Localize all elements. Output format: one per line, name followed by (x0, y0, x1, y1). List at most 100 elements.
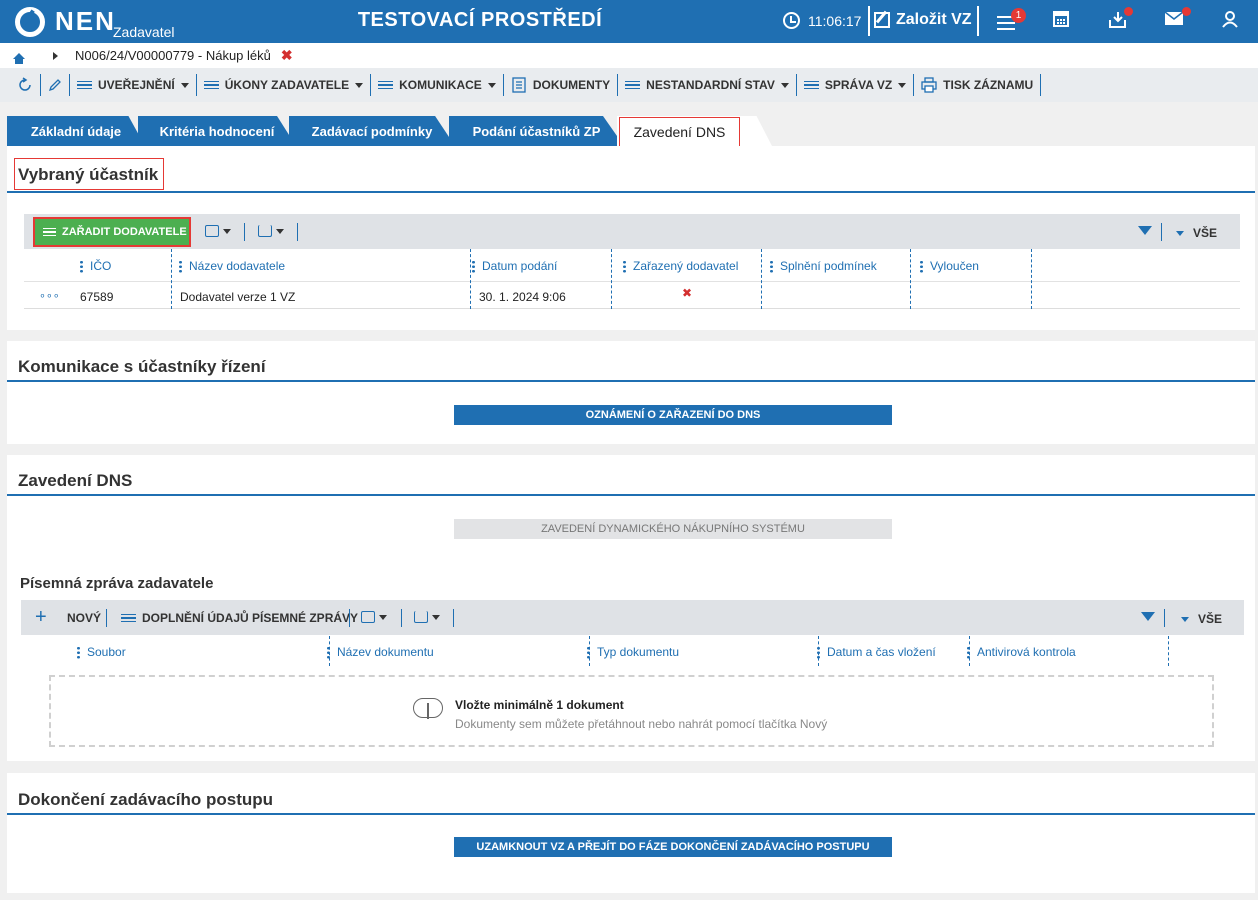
add-supplier-button[interactable]: ZAŘADIT DODAVATELE (33, 217, 191, 247)
export-menu-button[interactable] (414, 611, 440, 623)
menu-uverejneni[interactable]: UVEŘEJNĚNÍ (70, 74, 197, 96)
panel-underline (7, 380, 1255, 382)
notify-inclusion-button[interactable]: OZNÁMENÍ O ZAŘAZENÍ DO DNS (454, 405, 892, 425)
clock-icon (783, 12, 800, 29)
menu-ukony-zadavatele[interactable]: ÚKONY ZADAVATELE (197, 74, 372, 96)
list-icon (43, 226, 56, 239)
tab-zadavaci-podminky[interactable]: Zadávací podmínky (289, 116, 455, 146)
inbox-icon[interactable] (1108, 7, 1133, 32)
dropzone-title: Vložte minimálně 1 dokument (455, 698, 624, 712)
tab-kriteria-hodnoceni[interactable]: Kritéria hodnocení (138, 116, 296, 146)
column-header-date[interactable]: Datum podání (472, 259, 557, 273)
row-menu-icon[interactable]: ∘∘∘ (39, 289, 60, 302)
calculator-icon[interactable] (1052, 10, 1076, 32)
dns-panel: Zavedení DNS ZAVEDENÍ DYNAMICKÉHO NÁKUPN… (7, 455, 1255, 761)
divider (349, 609, 350, 627)
cell-date: 30. 1. 2024 9:06 (479, 290, 566, 304)
column-header-conditions[interactable]: Splnění podmínek (770, 259, 877, 273)
menu-dokumenty[interactable]: DOKUMENTY (504, 74, 619, 96)
view-all-dropdown[interactable]: VŠE (1176, 226, 1217, 240)
divider (977, 6, 979, 36)
column-header-name[interactable]: Název dodavatele (179, 259, 285, 273)
edit-button[interactable] (41, 74, 70, 96)
divider (868, 6, 870, 36)
view-all-dropdown[interactable]: VŠE (1181, 612, 1222, 626)
column-header-file[interactable]: Soubor (77, 645, 126, 659)
export-menu-button[interactable] (258, 225, 284, 237)
column-header-antivirus[interactable]: Antivirová kontrola (967, 645, 1076, 659)
logo-text[interactable]: NEN (55, 6, 116, 37)
menu-icon[interactable]: 1 (997, 8, 1026, 34)
divider (453, 609, 454, 627)
establish-dns-button[interactable]: ZAVEDENÍ DYNAMICKÉHO NÁKUPNÍHO SYSTÉMU (454, 519, 892, 539)
create-vz-button[interactable]: Založit VZ (874, 11, 972, 29)
data-grid: IČO Název dodavatele Datum podání Zařaze… (24, 249, 1240, 309)
pencil-icon (48, 79, 61, 92)
tab-zavedeni-dns[interactable]: Zavedení DNS (619, 117, 740, 147)
list-icon (121, 612, 136, 625)
menu-tisk-zaznamu[interactable]: TISK ZÁZNAMU (914, 74, 1042, 96)
plus-icon[interactable]: + (35, 607, 47, 627)
caret-down-icon (432, 614, 440, 620)
tab-zakladni-udaje[interactable]: Základní údaje (7, 116, 145, 146)
panel-title: Vybraný účastník (18, 165, 159, 184)
edit-icon (874, 12, 890, 28)
view-all-label: VŠE (1198, 612, 1223, 626)
filter-icon[interactable] (1141, 612, 1155, 621)
menu-label: TISK ZÁZNAMU (943, 78, 1034, 92)
divider (401, 609, 402, 627)
column-header-assigned[interactable]: Zařazený dodavatel (623, 259, 738, 273)
column-header-doc-name[interactable]: Název dokumentu (327, 645, 434, 659)
column-divider (1168, 636, 1169, 666)
mail-icon[interactable] (1164, 7, 1191, 32)
list-icon (203, 79, 219, 92)
column-header-inserted[interactable]: Datum a čas vložení (817, 645, 936, 659)
column-header-ico[interactable]: IČO (80, 259, 111, 273)
file-dropzone[interactable]: Vložte minimálně 1 dokument Dokumenty se… (49, 675, 1214, 747)
list-icon (378, 79, 394, 92)
menu-sprava-vz[interactable]: SPRÁVA VZ (797, 74, 915, 96)
refresh-button[interactable] (10, 74, 41, 96)
report-section-title: Písemná zpráva zadavatele (20, 575, 214, 592)
caret-down-icon (780, 82, 789, 88)
fill-report-button[interactable]: DOPLNĚNÍ ÚDAJŮ PÍSEMNÉ ZPRÁVY (121, 611, 358, 625)
panel-title: Dokončení zadávacího postupu (18, 790, 274, 809)
cloud-upload-icon (413, 698, 443, 719)
new-button[interactable]: NOVÝ (67, 611, 101, 625)
print-menu-button[interactable] (361, 611, 387, 623)
create-vz-label: Založit VZ (896, 11, 972, 28)
menu-komunikace[interactable]: KOMUNIKACE (371, 74, 504, 96)
column-divider (910, 249, 911, 309)
caret-down-icon (379, 614, 387, 620)
divider (1164, 609, 1165, 627)
nen-logo-icon[interactable] (15, 7, 45, 37)
filter-icon[interactable] (1138, 226, 1152, 235)
user-icon[interactable] (1222, 10, 1246, 32)
close-icon[interactable]: ✖ (281, 47, 293, 64)
top-bar: NEN Zadavatel TESTOVACÍ PROSTŘEDÍ 11:06:… (0, 0, 1258, 43)
fill-report-label: DOPLNĚNÍ ÚDAJŮ PÍSEMNÉ ZPRÁVY (142, 611, 359, 625)
communication-panel: Komunikace s účastníky řízení OZNÁMENÍ O… (7, 341, 1255, 444)
print-icon (205, 225, 219, 237)
caret-down-icon (180, 82, 189, 88)
menu-label: UVEŘEJNĚNÍ (98, 78, 175, 92)
print-menu-button[interactable] (205, 225, 231, 237)
mail-alert-dot (1182, 7, 1191, 16)
environment-title: TESTOVACÍ PROSTŘEDÍ (357, 9, 603, 31)
main-toolbar: UVEŘEJNĚNÍ ÚKONY ZADAVATELE KOMUNIKACE D… (0, 68, 1258, 102)
lock-and-finish-button[interactable]: UZAMKNOUT VZ A PŘEJÍT DO FÁZE DOKONČENÍ … (454, 837, 892, 857)
divider (1161, 223, 1162, 241)
breadcrumb-item[interactable]: N006/24/V00000779 - Nákup léků (75, 48, 271, 63)
dropzone-hint: Dokumenty sem můžete přetáhnout nebo nah… (455, 717, 828, 731)
cell-name: Dodavatel verze 1 VZ (180, 290, 296, 304)
column-header-excluded[interactable]: Vyloučen (920, 259, 979, 273)
notification-badge: 1 (1011, 8, 1026, 23)
caret-down-icon (1176, 230, 1184, 236)
refresh-icon (19, 77, 31, 91)
caret-down-icon (223, 228, 231, 234)
tab-podani-ucastniku[interactable]: Podání účastníků ZP (449, 116, 624, 146)
home-icon[interactable] (13, 52, 25, 64)
column-header-doc-type[interactable]: Typ dokumentu (587, 645, 679, 659)
menu-nestandardni-stav[interactable]: NESTANDARDNÍ STAV (618, 74, 797, 96)
grid-toolbar: + NOVÝ DOPLNĚNÍ ÚDAJŮ PÍSEMNÉ ZPRÁVY VŠE (21, 600, 1244, 635)
